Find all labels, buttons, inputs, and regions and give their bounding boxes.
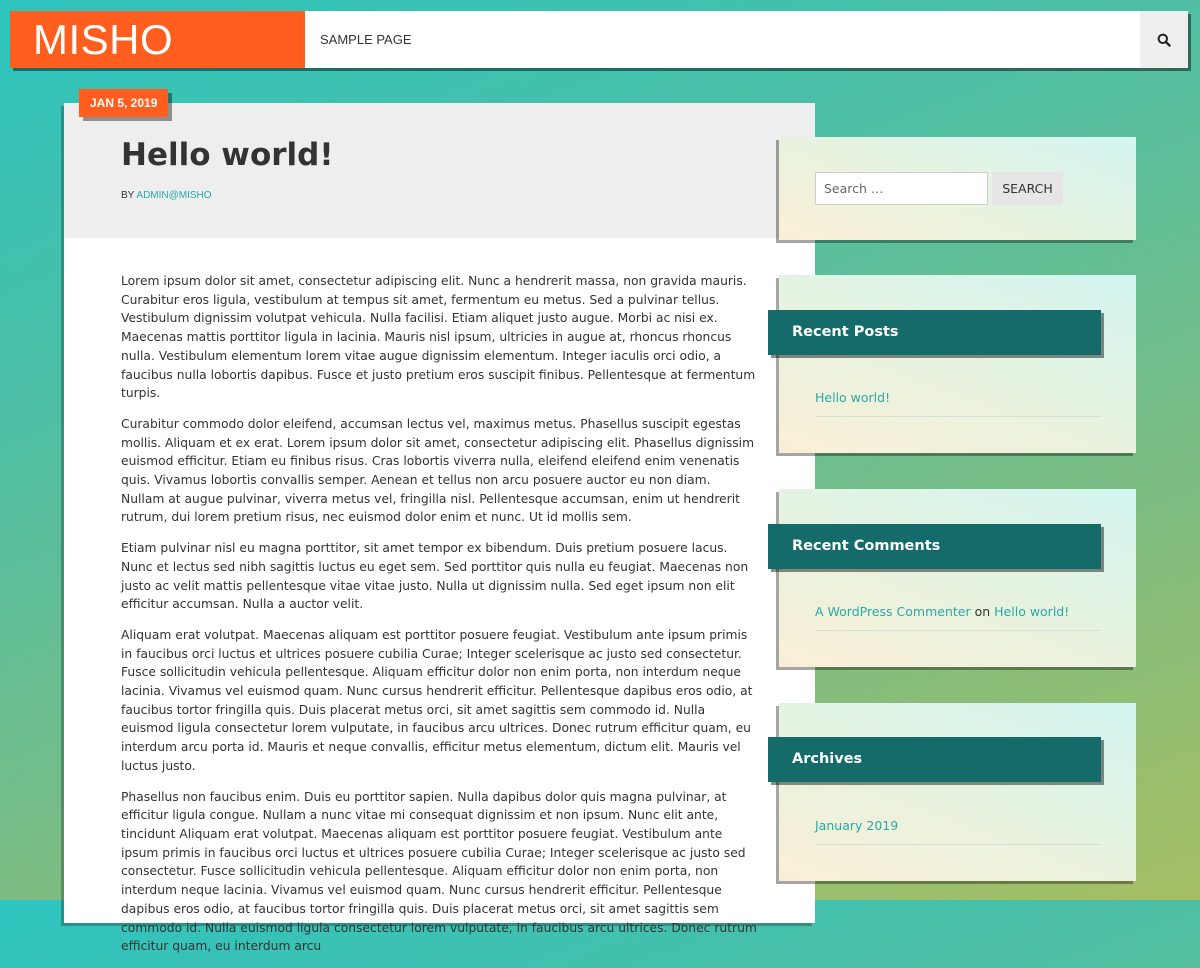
- post-paragraph: Etiam pulvinar nisl eu magna porttitor, …: [121, 541, 749, 612]
- post-paragraph: Aliquam erat volutpat. Maecenas aliquam …: [121, 627, 753, 773]
- search-widget: SEARCH: [779, 137, 1136, 240]
- post-article: Hello world! BY ADMIN@MISHO Lorem ipsum …: [64, 103, 815, 953]
- search-input[interactable]: [815, 172, 988, 205]
- recent-comments-title: Recent Comments: [768, 524, 1101, 569]
- post-paragraph: Curabitur commodo dolor eleifend, accums…: [121, 416, 755, 525]
- archives-title: Archives: [768, 737, 1101, 782]
- comment-on-label: on: [974, 604, 991, 619]
- byline-label: BY: [121, 190, 135, 201]
- recent-posts-widget: Recent Posts Hello world!: [768, 275, 1136, 453]
- header-search-button[interactable]: [1140, 11, 1188, 68]
- post-author-link[interactable]: ADMIN@MISHO: [136, 190, 211, 201]
- comment-author-link[interactable]: A WordPress Commenter: [815, 604, 971, 619]
- post-paragraph: Lorem ipsum dolor sit amet, consectetur …: [121, 274, 756, 401]
- list-item: Hello world!: [815, 390, 1101, 417]
- comment-post-link[interactable]: Hello world!: [994, 604, 1069, 619]
- post-title[interactable]: Hello world!: [121, 137, 334, 173]
- recent-posts-title: Recent Posts: [768, 310, 1101, 355]
- post-date-badge: JAN 5, 2019: [79, 89, 169, 117]
- post-paragraph: Phasellus non faucibus enim. Duis eu por…: [121, 789, 757, 954]
- post-content: Lorem ipsum dolor sit amet, consectetur …: [121, 272, 757, 968]
- post-byline: BY ADMIN@MISHO: [121, 190, 212, 201]
- archive-link[interactable]: January 2019: [815, 818, 898, 833]
- recent-post-link[interactable]: Hello world!: [815, 390, 890, 405]
- site-logo[interactable]: MISHO: [10, 11, 305, 68]
- post-header: Hello world! BY ADMIN@MISHO: [64, 103, 815, 238]
- nav-item-sample-page[interactable]: SAMPLE PAGE: [320, 11, 412, 68]
- list-item: January 2019: [815, 818, 1101, 845]
- recent-comments-widget: Recent Comments A WordPress Commenter on…: [768, 489, 1136, 667]
- search-icon: [1157, 33, 1171, 47]
- list-item: A WordPress Commenter on Hello world!: [815, 604, 1101, 631]
- archives-widget: Archives January 2019: [768, 703, 1136, 881]
- search-submit-button[interactable]: SEARCH: [992, 172, 1063, 205]
- site-header: MISHO SAMPLE PAGE: [10, 11, 1188, 68]
